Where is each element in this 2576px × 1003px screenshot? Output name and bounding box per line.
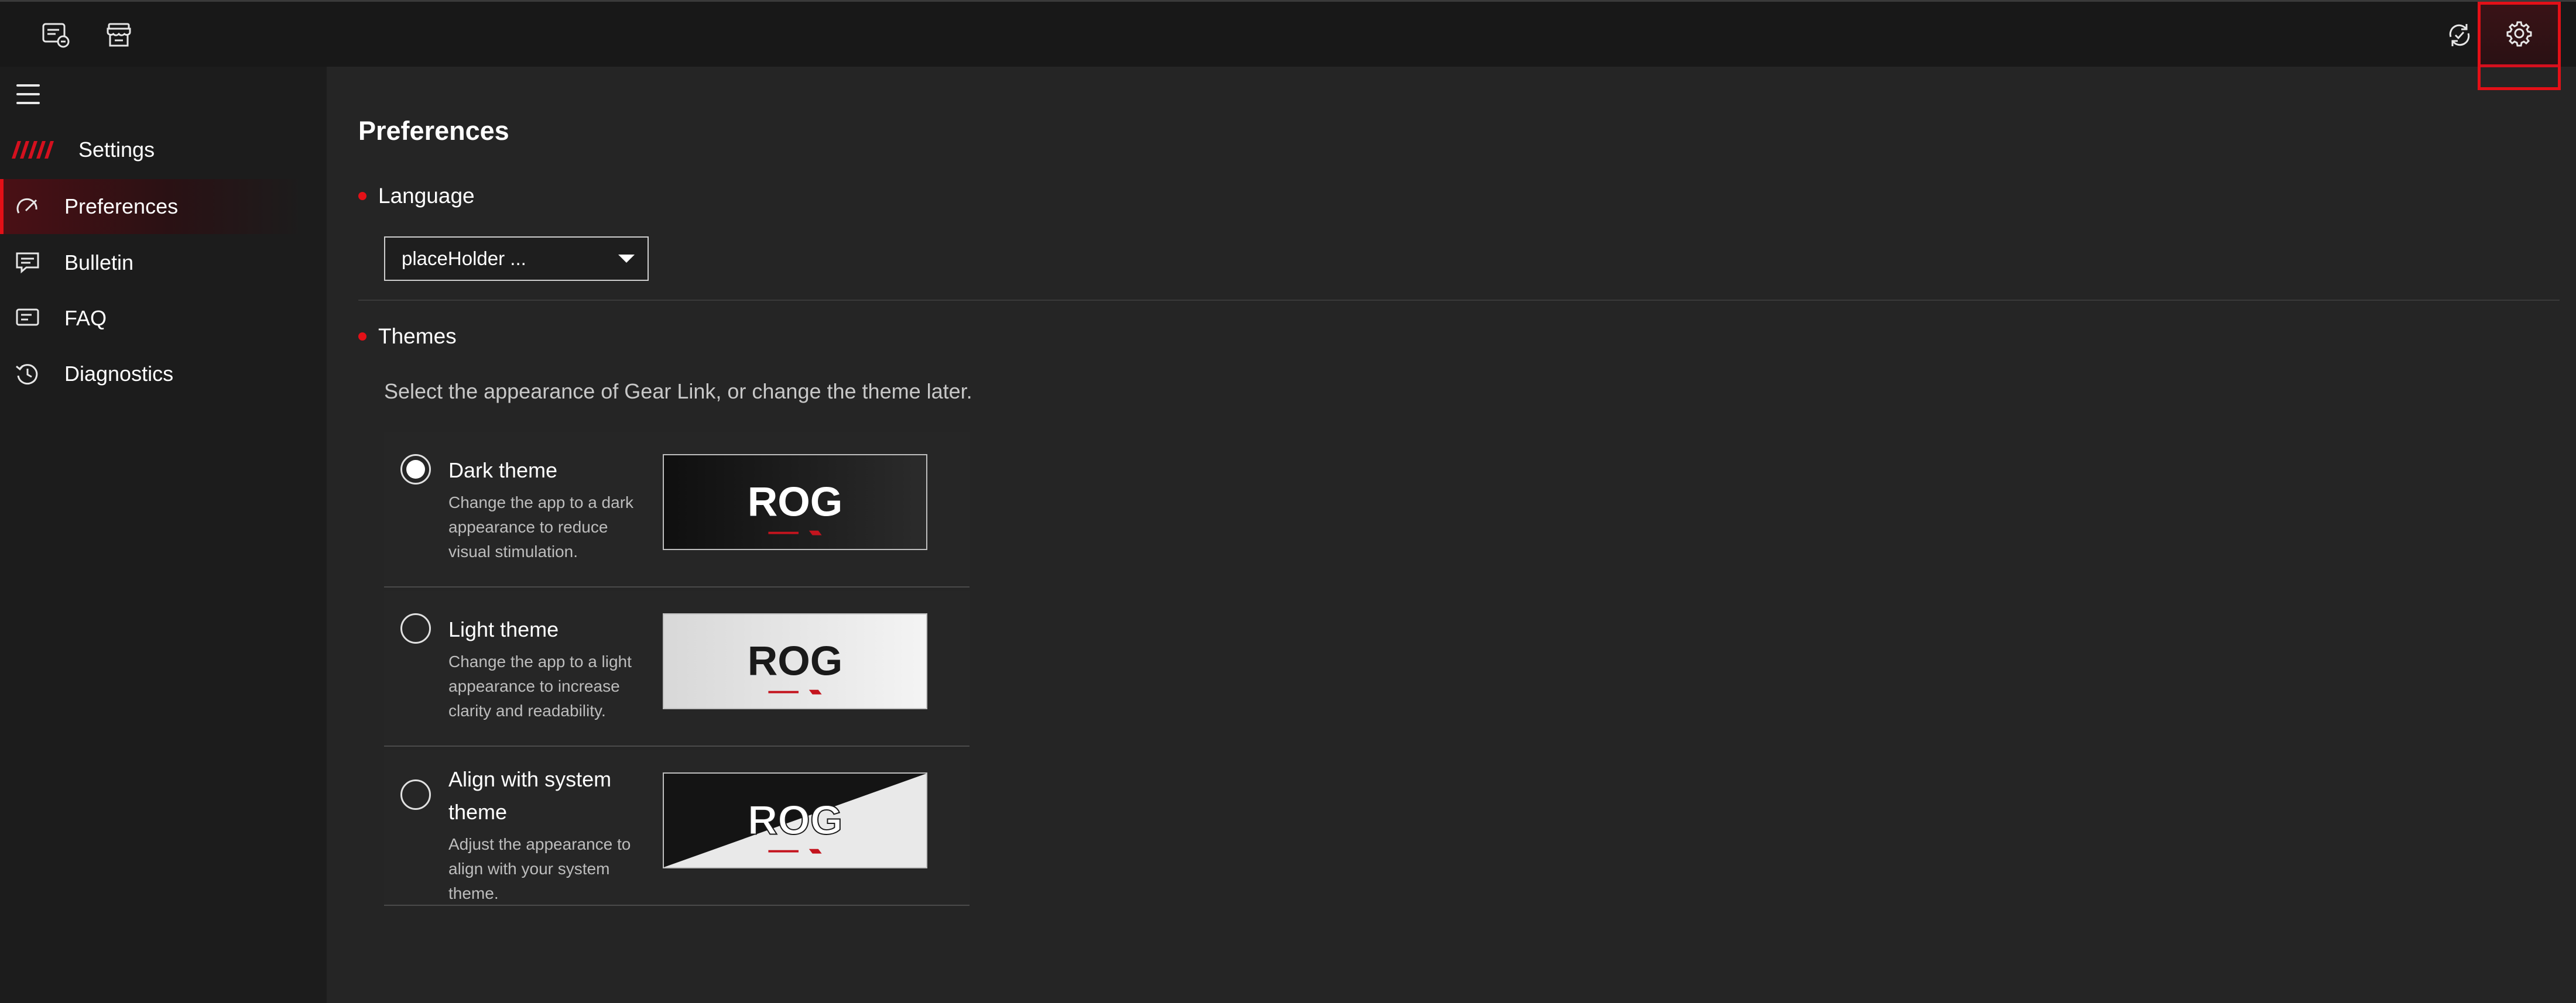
theme-title: Dark theme <box>448 458 558 482</box>
theme-radio-light[interactable] <box>400 613 431 644</box>
diagnostics-icon <box>14 360 41 387</box>
sidebar-item-diagnostics[interactable]: Diagnostics <box>0 346 304 401</box>
sidebar-item-preferences[interactable]: Preferences <box>0 179 304 234</box>
sidebar-item-label: Bulletin <box>64 250 134 274</box>
gear-icon <box>2506 21 2532 46</box>
bullet-icon <box>358 192 366 200</box>
theme-description: Change the app to a dark appearance to r… <box>448 493 634 561</box>
sidebar-item-label: Diagnostics <box>64 362 174 386</box>
themes-description: Select the appearance of Gear Link, or c… <box>384 379 972 403</box>
settings-button[interactable] <box>2478 2 2561 67</box>
device-dashboard-icon[interactable] <box>40 19 71 51</box>
chevron-down-icon <box>618 255 635 263</box>
theme-title: Align with system theme <box>448 767 612 824</box>
dark-theme-preview: ROG <box>663 454 927 550</box>
page-title: Preferences <box>358 116 509 146</box>
sidebar-brand: Settings <box>12 132 316 167</box>
language-section-header: Language <box>358 184 475 208</box>
system-theme-preview: ROG <box>663 772 927 868</box>
rog-stripes-icon <box>12 141 54 159</box>
sync-icon[interactable] <box>2444 19 2475 51</box>
language-select-value: placeHolder ... <box>402 248 526 269</box>
theme-title: Light theme <box>448 617 559 641</box>
rog-logo: ROG <box>748 798 843 843</box>
bullet-icon <box>358 332 366 341</box>
theme-radio-dark[interactable] <box>400 454 431 485</box>
language-select[interactable]: placeHolder ... <box>384 236 649 281</box>
sidebar-item-label: Preferences <box>64 194 179 218</box>
theme-description: Change the app to a light appearance to … <box>448 652 632 720</box>
rog-logo: ROG <box>748 638 843 684</box>
themes-section-header: Themes <box>358 324 457 349</box>
light-theme-preview: ROG <box>663 613 927 709</box>
section-divider <box>358 300 2560 301</box>
language-label: Language <box>378 184 475 208</box>
theme-radio-system[interactable] <box>400 779 431 810</box>
menu-toggle-icon[interactable] <box>16 84 40 104</box>
preferences-icon <box>14 193 41 220</box>
top-bar <box>0 0 2576 90</box>
sidebar-title: Settings <box>78 138 155 162</box>
sidebar-item-faq[interactable]: FAQ <box>0 291 304 346</box>
bulletin-icon <box>14 249 41 276</box>
theme-option-light[interactable]: Light theme Change the app to a light ap… <box>384 591 970 747</box>
sidebar-item-label: FAQ <box>64 306 107 330</box>
theme-option-dark[interactable]: Dark theme Change the app to a dark appe… <box>384 432 970 588</box>
themes-label: Themes <box>378 324 457 348</box>
sidebar-item-bulletin[interactable]: Bulletin <box>0 235 304 290</box>
faq-icon <box>14 305 41 332</box>
main-content: Preferences Language placeHolder ... The… <box>327 67 2576 1003</box>
sidebar: Settings Preferences Bulletin FAQ Diagno… <box>0 67 327 1003</box>
rog-logo: ROG <box>748 479 843 525</box>
app-window: Settings Preferences Bulletin FAQ Diagno… <box>0 0 2576 1003</box>
store-icon[interactable] <box>103 19 135 51</box>
theme-option-system[interactable]: Align with system theme Adjust the appea… <box>384 750 970 906</box>
theme-description: Adjust the appearance to align with your… <box>448 835 631 902</box>
